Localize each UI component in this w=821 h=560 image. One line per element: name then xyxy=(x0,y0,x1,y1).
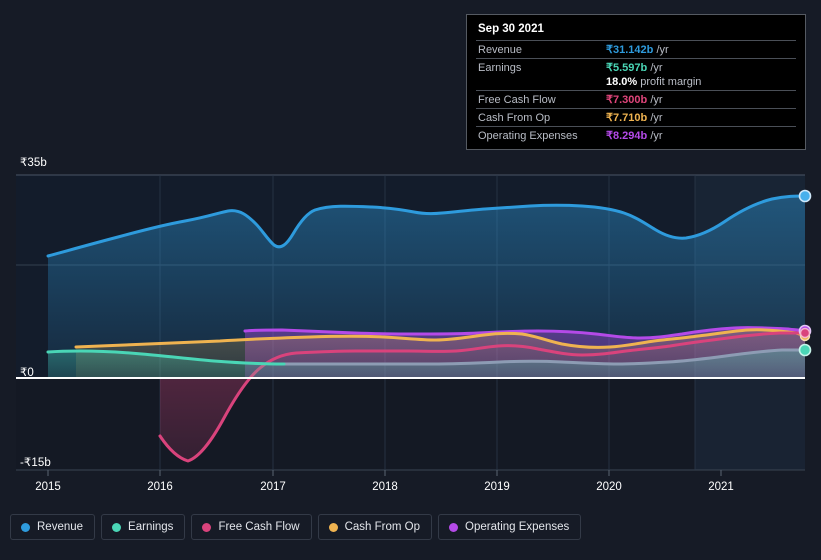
legend-dot-operating-expenses-icon xyxy=(449,522,459,532)
tooltip-label-operating-expenses: Operating Expenses xyxy=(476,126,604,144)
earnings-endpoint-marker xyxy=(798,343,812,357)
legend-item-operating-expenses[interactable]: Operating Expenses xyxy=(438,514,582,540)
y-axis-label-0: ₹35b xyxy=(20,157,47,169)
legend-label-operating-expenses: Operating Expenses xyxy=(465,521,570,533)
legend-label-free-cash-flow: Free Cash Flow xyxy=(218,521,300,533)
tooltip-number-free-cash-flow: ₹7.300b xyxy=(606,94,648,106)
financial-history-chart: ₹35b ₹0 -₹15b 2015 2016 2017 2018 2019 2… xyxy=(0,0,821,560)
tooltip-number-revenue: ₹31.142b xyxy=(606,44,654,56)
chart-tooltip: Sep 30 2021 Revenue ₹31.142b /yr Earning… xyxy=(466,14,806,150)
legend-dot-earnings-icon xyxy=(112,522,122,532)
tooltip-unit-profit-margin: profit margin xyxy=(640,76,702,88)
legend-label-earnings: Earnings xyxy=(128,521,174,533)
x-axis-label-2018: 2018 xyxy=(372,481,398,493)
tooltip-number-operating-expenses: ₹8.294b xyxy=(606,130,648,142)
tooltip-table: Revenue ₹31.142b /yr Earnings ₹5.597b /y… xyxy=(476,40,796,144)
legend-item-earnings[interactable]: Earnings xyxy=(101,514,186,540)
tooltip-unit-operating-expenses: /yr xyxy=(650,130,663,142)
chart-lower-field xyxy=(16,378,805,470)
tooltip-number-profit-margin: 18.0% xyxy=(606,76,638,88)
tooltip-unit-free-cash-flow: /yr xyxy=(650,94,663,106)
tooltip-row-earnings: Earnings ₹5.597b /yr xyxy=(476,58,796,76)
tooltip-number-cash-from-op: ₹7.710b xyxy=(606,112,648,124)
legend-item-free-cash-flow[interactable]: Free Cash Flow xyxy=(191,514,312,540)
tooltip-label-free-cash-flow: Free Cash Flow xyxy=(476,90,604,109)
tooltip-row-operating-expenses: Operating Expenses ₹8.294b /yr xyxy=(476,126,796,144)
tooltip-number-earnings: ₹5.597b xyxy=(606,62,648,74)
tooltip-label-profit-margin xyxy=(476,76,604,91)
tooltip-label-earnings: Earnings xyxy=(476,58,604,76)
revenue-endpoint-marker xyxy=(798,189,812,203)
y-axis-label-1: ₹0 xyxy=(20,367,34,379)
x-axis-label-2020: 2020 xyxy=(596,481,622,493)
legend-label-cash-from-op: Cash From Op xyxy=(344,521,421,533)
legend-label-revenue: Revenue xyxy=(37,521,84,533)
tooltip-value-revenue: ₹31.142b /yr xyxy=(604,40,796,59)
tooltip-row-free-cash-flow: Free Cash Flow ₹7.300b /yr xyxy=(476,90,796,109)
chart-legend: Revenue Earnings Free Cash Flow Cash Fro… xyxy=(10,514,582,540)
free-cash-flow-endpoint-marker xyxy=(799,327,811,339)
tooltip-row-revenue: Revenue ₹31.142b /yr xyxy=(476,40,796,59)
x-axis-label-2015: 2015 xyxy=(35,481,61,493)
tooltip-row-cash-from-op: Cash From Op ₹7.710b /yr xyxy=(476,108,796,127)
legend-item-cash-from-op[interactable]: Cash From Op xyxy=(317,514,433,540)
legend-dot-revenue-icon xyxy=(21,522,30,532)
x-axis-label-2021: 2021 xyxy=(708,481,734,493)
tooltip-label-cash-from-op: Cash From Op xyxy=(476,108,604,127)
tooltip-unit-revenue: /yr xyxy=(656,44,669,56)
tooltip-value-operating-expenses: ₹8.294b /yr xyxy=(604,126,796,144)
legend-item-revenue[interactable]: Revenue xyxy=(10,514,96,540)
tooltip-value-free-cash-flow: ₹7.300b /yr xyxy=(604,90,796,109)
y-axis-label-2: -₹15b xyxy=(20,457,51,469)
x-axis-label-2017: 2017 xyxy=(260,481,286,493)
tooltip-value-profit-margin: 18.0% profit margin xyxy=(604,76,796,91)
tooltip-value-earnings: ₹5.597b /yr xyxy=(604,58,796,76)
x-axis-label-2019: 2019 xyxy=(484,481,510,493)
tooltip-date: Sep 30 2021 xyxy=(478,23,544,35)
tooltip-value-cash-from-op: ₹7.710b /yr xyxy=(604,108,796,127)
tooltip-row-profit-margin: 18.0% profit margin xyxy=(476,76,796,91)
tooltip-unit-earnings: /yr xyxy=(650,62,663,74)
tooltip-unit-cash-from-op: /yr xyxy=(650,112,663,124)
tooltip-label-revenue: Revenue xyxy=(476,40,604,59)
legend-dot-cash-from-op-icon xyxy=(328,522,338,532)
legend-dot-free-cash-flow-icon xyxy=(202,522,212,532)
x-axis-label-2016: 2016 xyxy=(147,481,173,493)
